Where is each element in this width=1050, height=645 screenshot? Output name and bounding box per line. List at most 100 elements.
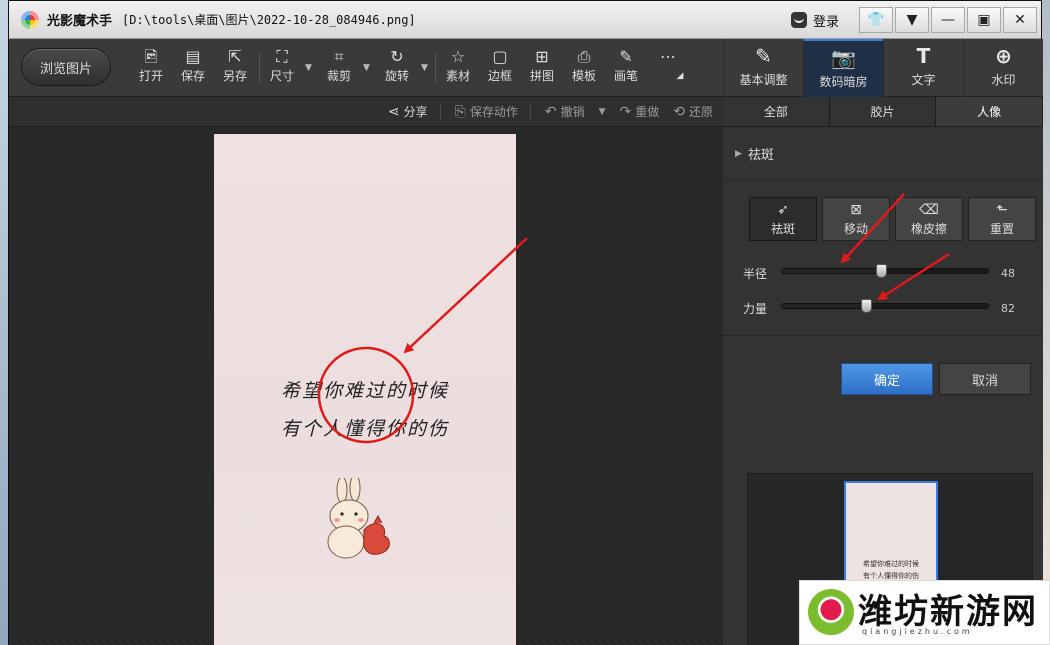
save-button[interactable]: ▤ 保存	[175, 47, 211, 91]
login-button[interactable]: 登录	[790, 11, 839, 30]
undo-button[interactable]: ↶ 撤销	[545, 103, 585, 120]
main-toolbar: 浏览图片 🖻 打开 ▤ 保存 ⇱ 另存 ⛶ 尺寸 ▼ ⌗ 裁剪 ▼ ↻ 旋转 ▼ ☆ 素材 ▢…	[9, 39, 723, 97]
maximize-icon: ▣	[977, 12, 991, 28]
watermark-url: qiangjiezhu.com	[862, 627, 973, 636]
restore-button[interactable]: ⟲ 还原	[673, 103, 713, 120]
save-action-icon: ⎘	[454, 103, 466, 120]
site-watermark: 潍坊新游网 qiangjiezhu.com	[799, 580, 1050, 645]
watermark-text: 潍坊新游网	[858, 592, 1038, 632]
section-spot-removal[interactable]: ▶ 祛斑	[723, 127, 1043, 181]
tool-label: 重置	[989, 222, 1014, 236]
border-icon: ▢	[492, 47, 508, 66]
crop-icon: ⌗	[334, 47, 344, 66]
tool-label: 祛斑	[770, 222, 795, 236]
tab-all[interactable]: 全部	[723, 97, 830, 126]
resize-button[interactable]: ⛶ 尺寸	[264, 47, 300, 91]
section-title: 祛斑	[747, 148, 774, 163]
more-expand-icon: ◢	[676, 71, 684, 81]
mode-basic-adjust[interactable]: ✎ 基本调整	[723, 39, 803, 97]
crop-button[interactable]: ⌗ 裁剪	[321, 47, 357, 91]
rotate-button[interactable]: ↻ 旋转	[379, 47, 415, 91]
template-button[interactable]: ⎙ 模板	[566, 47, 602, 91]
save-label: 保存	[180, 69, 205, 83]
strength-label: 力量	[743, 302, 768, 316]
border-label: 边框	[487, 69, 512, 83]
mode-tabs: ✎ 基本调整 📷 数码暗房 T 文字 ⊕ 水印	[723, 39, 1043, 97]
redo-button[interactable]: ↷ 重做	[620, 103, 660, 120]
radius-slider-handle[interactable]	[875, 264, 887, 278]
eraser-icon: ⌫	[919, 202, 939, 218]
skin-button[interactable]: 👕	[859, 7, 893, 33]
action-bar: ⋖ 分享 ⎘ 保存动作 ↶ 撤销 ▼ ↷ 重做 ⟲ 还原	[9, 97, 723, 127]
tab-portrait[interactable]: 人像	[936, 97, 1044, 126]
mode-darkroom[interactable]: 📷 数码暗房	[803, 39, 883, 97]
save-action-button[interactable]: ⎘ 保存动作	[455, 103, 518, 120]
share-icon: ⋖	[387, 103, 400, 120]
collage-button[interactable]: ⊞ 拼图	[524, 47, 560, 91]
reset-tool-button[interactable]: ⬑ 重置	[968, 197, 1036, 241]
action-divider	[529, 103, 531, 120]
file-path: [D:\tools\桌面\图片\2022-10-28_084946.png]	[122, 13, 416, 27]
image-canvas[interactable]: 希望你难过的时候 有个人懂得你的伤	[9, 127, 723, 645]
menu-icon: ▼	[906, 12, 918, 28]
eraser-tool-button[interactable]: ⌫ 橡皮擦	[895, 197, 963, 241]
undo-label: 撤销	[560, 105, 585, 119]
save-as-button[interactable]: ⇱ 另存	[217, 47, 253, 91]
text-icon: T	[916, 44, 931, 68]
share-label: 分享	[403, 105, 428, 119]
spot-removal-tool-button[interactable]: ➶ 祛斑	[749, 197, 817, 241]
tab-film[interactable]: 胶片	[829, 97, 937, 126]
rotate-label: 旋转	[384, 69, 409, 83]
cancel-button[interactable]: 取消	[939, 363, 1031, 395]
app-title: 光影魔术手	[47, 14, 113, 29]
redo-icon: ↷	[619, 103, 632, 120]
mode-label: 文字	[911, 73, 936, 87]
material-label: 素材	[445, 69, 470, 83]
save-as-label: 另存	[222, 69, 247, 83]
close-button[interactable]: ✕	[1003, 7, 1037, 33]
resize-dropdown-icon[interactable]: ▼	[305, 63, 312, 73]
mode-watermark[interactable]: ⊕ 水印	[963, 39, 1043, 97]
rotate-dropdown-icon[interactable]: ▼	[421, 63, 428, 73]
login-label: 登录	[812, 14, 839, 30]
radius-slider[interactable]	[781, 264, 989, 278]
photo-text-line1: 希望你难过的时候	[280, 380, 449, 402]
skin-icon: 👕	[867, 12, 885, 28]
rotate-icon: ↻	[390, 47, 404, 66]
bunny-illustration	[327, 478, 390, 559]
minimize-button[interactable]: —	[931, 7, 965, 33]
strength-slider-handle[interactable]	[861, 299, 873, 313]
crop-label: 裁剪	[326, 69, 351, 83]
strength-slider[interactable]	[781, 299, 989, 313]
radius-label: 半径	[743, 267, 768, 281]
maximize-button[interactable]: ▣	[967, 7, 1001, 33]
crop-dropdown-icon[interactable]: ▼	[363, 63, 370, 73]
border-button[interactable]: ▢ 边框	[482, 47, 518, 91]
menu-button[interactable]: ▼	[895, 7, 929, 33]
mode-label: 基本调整	[739, 73, 788, 87]
confirm-button[interactable]: 确定	[841, 363, 933, 395]
move-tool-button[interactable]: ⊠ 移动	[822, 197, 890, 241]
photo[interactable]: 希望你难过的时候 有个人懂得你的伤	[214, 134, 516, 645]
strength-value: 82	[1001, 302, 1015, 315]
undo-dropdown[interactable]: ▼	[599, 107, 606, 117]
title-bar: 光影魔术手 [D:\tools\桌面\图片\2022-10-28_084946.…	[9, 1, 1041, 39]
app-window: 光影魔术手 [D:\tools\桌面\图片\2022-10-28_084946.…	[8, 0, 1044, 645]
more-button[interactable]: ⋯ ◢	[650, 47, 686, 91]
undo-icon: ↶	[544, 103, 557, 120]
brush-button[interactable]: ✎ 画笔	[608, 47, 644, 91]
site-logo-icon	[808, 589, 854, 635]
open-button[interactable]: 🖻 打开	[133, 47, 169, 91]
mode-label: 水印	[991, 73, 1016, 87]
tool-label: 橡皮擦	[910, 222, 947, 236]
brush-icon: ✎	[619, 47, 633, 66]
open-label: 打开	[138, 69, 163, 83]
material-button[interactable]: ☆ 素材	[440, 47, 476, 91]
share-button[interactable]: ⋖ 分享	[388, 103, 428, 120]
chevron-down-icon: ▼	[598, 106, 606, 117]
browse-images-button[interactable]: 浏览图片	[21, 48, 111, 86]
panel-divider	[723, 335, 1043, 336]
collage-icon: ⊞	[535, 47, 549, 66]
mode-text[interactable]: T 文字	[883, 39, 963, 97]
right-panel: 全部 胶片 人像 ▶ 祛斑 ➶ 祛斑 ⊠ 移动 ⌫ 橡皮擦 ⬑ 重置 半径 48 力量	[723, 97, 1044, 645]
